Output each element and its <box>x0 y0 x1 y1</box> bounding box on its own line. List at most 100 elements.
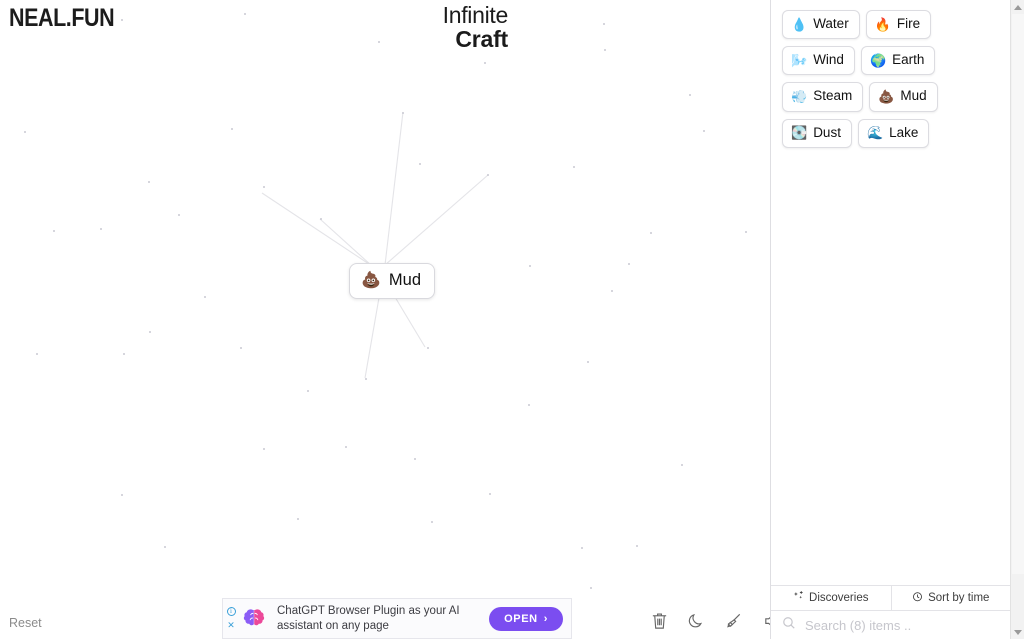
infinite-craft-app: NEAL.FUN Infinite Craft 💩 Mud Reset i ✕ … <box>0 0 1024 639</box>
element-button-wind[interactable]: 🌬️ Wind <box>782 46 855 76</box>
element-label: Wind <box>813 52 844 68</box>
ad-open-label: OPEN <box>504 612 538 625</box>
star-particle <box>431 521 433 523</box>
star-particle <box>148 181 150 183</box>
star-particle <box>628 263 630 265</box>
brain-icon <box>241 607 267 631</box>
star-particle <box>365 378 367 380</box>
scroll-down-arrow-icon[interactable] <box>1011 625 1024 639</box>
star-particle <box>689 94 691 96</box>
star-particle <box>320 218 322 220</box>
star-particle <box>123 353 125 355</box>
element-label: Fire <box>896 16 921 31</box>
star-particle <box>263 448 265 450</box>
star-particle <box>100 228 102 230</box>
star-particle <box>681 464 683 466</box>
moon-icon[interactable] <box>687 611 706 631</box>
element-label: Steam <box>813 88 853 104</box>
star-particle <box>419 163 421 165</box>
search-row[interactable] <box>771 610 1010 639</box>
element-button-dust[interactable]: 💽 Dust <box>782 118 852 148</box>
element-emoji-icon: 💽 <box>791 125 808 141</box>
scrollbar-thumb[interactable] <box>1012 14 1024 574</box>
element-button-mud[interactable]: 💩 Mud <box>869 82 938 112</box>
element-label: Earth <box>892 52 925 68</box>
elements-sidebar: 💧 Water 🔥 Fire 🌬️ Wind 🌍 Earth 💨 Steam 💩 Mud 💽 Dust 🌊 L… <box>770 0 1010 639</box>
star-particle <box>604 49 606 51</box>
star-particle <box>590 587 592 589</box>
adchoices-info-icon[interactable]: i <box>226 607 236 616</box>
element-emoji-icon: 💩 <box>878 89 895 105</box>
tab-sort-by-time-label: Sort by time <box>928 592 990 604</box>
element-emoji-icon: 🌍 <box>869 52 887 68</box>
canvas-node-mud[interactable]: 💩 Mud <box>349 263 436 299</box>
element-emoji-icon: 🌬️ <box>791 52 808 68</box>
tab-discoveries-label: Discoveries <box>809 592 869 604</box>
star-particle <box>149 331 151 333</box>
element-button-fire[interactable]: 🔥 Fire <box>865 10 932 40</box>
crafting-canvas[interactable]: NEAL.FUN Infinite Craft 💩 Mud Reset i ✕ … <box>0 0 770 639</box>
element-emoji-icon: 🔥 <box>874 16 891 32</box>
node-label: Mud <box>388 271 422 289</box>
speaker-icon[interactable] <box>762 611 770 631</box>
star-particle <box>581 547 583 549</box>
star-particle <box>231 128 233 130</box>
page-title-line1: Infinite <box>442 2 509 28</box>
star-particle <box>121 494 123 496</box>
star-particle <box>378 41 380 43</box>
neal-fun-logo[interactable]: NEAL.FUN <box>9 4 115 33</box>
search-icon <box>782 616 796 635</box>
element-button-steam[interactable]: 💨 Steam <box>782 82 864 112</box>
ad-text: ChatGPT Browser Plugin as your AI assist… <box>277 604 489 632</box>
search-input[interactable] <box>803 616 1000 634</box>
star-particle <box>487 174 489 176</box>
element-button-earth[interactable]: 🌍 Earth <box>860 46 936 76</box>
element-label: Water <box>813 16 849 31</box>
reset-button[interactable]: Reset <box>9 616 42 630</box>
element-button-water[interactable]: 💧 Water <box>782 10 860 40</box>
ad-marks: i ✕ <box>223 599 239 638</box>
star-particle <box>427 347 429 349</box>
clock-icon <box>912 591 923 605</box>
ad-banner[interactable]: i ✕ ChatGPT Browser Plugin as your AI as… <box>222 598 572 639</box>
element-button-lake[interactable]: 🌊 Lake <box>857 118 930 148</box>
star-particle <box>484 62 486 64</box>
star-particle <box>529 265 531 267</box>
sparkle-icon <box>793 591 804 605</box>
star-particle <box>24 131 26 133</box>
star-particle <box>178 214 180 216</box>
broom-icon[interactable] <box>724 611 744 631</box>
element-label: Mud <box>900 88 927 104</box>
element-list: 💧 Water 🔥 Fire 🌬️ Wind 🌍 Earth 💨 Steam 💩 Mud 💽 Dust 🌊 L… <box>771 0 1010 585</box>
node-emoji-icon: 💩 <box>361 271 381 289</box>
element-emoji-icon: 🌊 <box>866 125 884 141</box>
star-particle <box>573 166 575 168</box>
ad-close-icon[interactable]: ✕ <box>227 621 235 630</box>
star-particle <box>650 232 652 234</box>
star-particle <box>489 493 491 495</box>
star-particle <box>402 112 404 114</box>
ad-open-button[interactable]: OPEN › <box>489 606 563 631</box>
star-particle <box>53 230 55 232</box>
browser-scrollbar[interactable] <box>1010 0 1024 639</box>
element-emoji-icon: 💧 <box>791 16 808 32</box>
sidebar-tabs: Discoveries Sort by time <box>771 585 1010 610</box>
star-particle <box>414 458 416 460</box>
star-particle <box>745 231 747 233</box>
element-label: Dust <box>813 124 841 140</box>
canvas-toolbar <box>650 611 770 631</box>
page-title-line2: Craft <box>455 25 508 52</box>
scroll-up-arrow-icon[interactable] <box>1011 0 1024 14</box>
trash-icon[interactable] <box>650 611 669 631</box>
star-particle <box>611 290 613 292</box>
element-emoji-icon: 💨 <box>791 89 808 105</box>
star-particle <box>603 23 605 25</box>
tab-sort-by-time[interactable]: Sort by time <box>890 586 1010 610</box>
star-particle <box>636 545 638 547</box>
star-particle <box>703 130 705 132</box>
particle-starfield <box>0 0 770 639</box>
star-particle <box>36 353 38 355</box>
tab-discoveries[interactable]: Discoveries <box>771 586 891 610</box>
page-title: Infinite Craft <box>442 2 509 52</box>
ad-text-line1: ChatGPT Browser Plugin as your AI <box>277 605 460 618</box>
